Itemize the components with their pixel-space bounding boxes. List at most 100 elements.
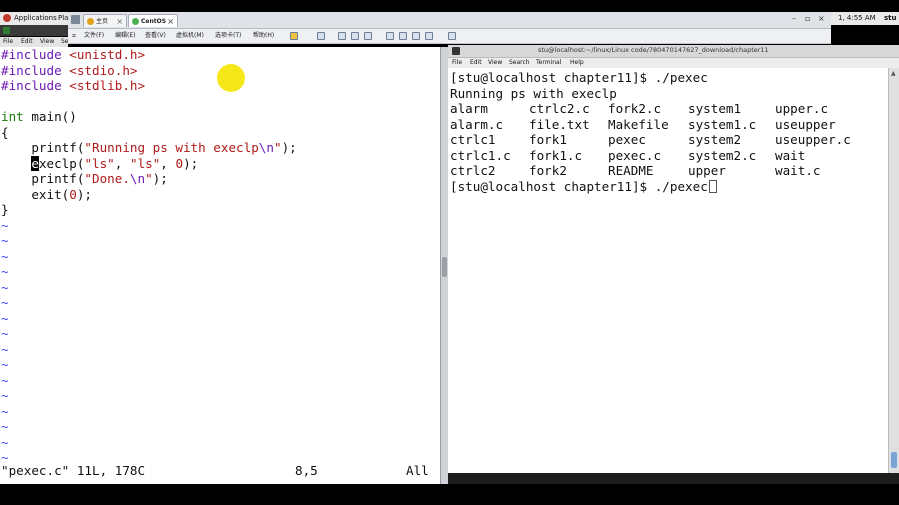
vim-empty-line-marker: ~ <box>1 357 9 372</box>
vm-menu-vm[interactable]: 虚拟机(M) <box>176 29 204 43</box>
terminal-line-prompt: [stu@localhost chapter11]$ ./pexec <box>450 70 708 85</box>
string-literal: "Running ps with execlp <box>84 140 259 155</box>
ls-file-entry: useupper <box>775 116 836 132</box>
sidebar-icon[interactable] <box>386 32 394 40</box>
vm-menu-view[interactable]: 查看(V) <box>145 29 166 43</box>
gnome-foot-icon <box>3 14 11 22</box>
number-literal: 0 <box>175 155 184 171</box>
vm-library-icon[interactable] <box>71 15 80 24</box>
code-line-8: execlp("ls", "ls", 0); <box>1 155 198 172</box>
scroll-up-icon[interactable]: ▲ <box>891 70 896 77</box>
scrollbar-thumb[interactable] <box>442 257 447 277</box>
terminal-titlebar: stu@localhost:~/linux/Linux code/7804701… <box>448 45 899 58</box>
vm-menu-file[interactable]: 文件(F) <box>84 29 104 43</box>
code-line-9: printf("Done.\n"); <box>1 171 168 187</box>
call-suffix: ); <box>152 171 168 186</box>
vim-editor[interactable]: #include <unistd.h> #include <stdio.h> #… <box>0 47 440 484</box>
terminal-menu-terminal[interactable]: Terminal <box>536 58 561 68</box>
ls-file-entry: upper <box>688 163 726 178</box>
tab-home-label: 主页 <box>96 18 109 25</box>
tab-home[interactable]: 主页 × <box>83 14 127 27</box>
string-literal: "ls" <box>129 155 161 171</box>
code-line-1: #include <unistd.h> <box>1 47 145 63</box>
vim-empty-line-marker: ~ <box>1 310 9 326</box>
maximize-icon[interactable]: ▫ <box>805 14 810 23</box>
function-name: xeclp( <box>38 155 85 171</box>
ls-file-entry: ctrlc1.c <box>450 147 511 163</box>
terminal-menu-file[interactable]: File <box>452 58 462 68</box>
code-line-11: } <box>1 202 9 217</box>
include-header: <stdlib.h> <box>69 78 146 93</box>
ls-file-entry: fork1 <box>529 132 567 147</box>
vim-empty-line-marker: ~ <box>1 388 9 403</box>
vim-status-line: "pexec.c" 11L, 178C 8,5 All <box>1 463 429 479</box>
vm-icon <box>132 18 139 25</box>
status-file-info: "pexec.c" 11L, 178C <box>1 463 146 478</box>
close-icon[interactable]: × <box>116 15 123 28</box>
terminal-screen[interactable]: [stu@localhost chapter11]$ ./pexec Runni… <box>448 68 888 473</box>
ls-file-entry: ctrlc2.c <box>529 101 590 116</box>
power-icon[interactable] <box>290 32 298 40</box>
user-menu[interactable]: stu <box>884 13 897 24</box>
manage-snapshot-icon[interactable] <box>351 32 359 40</box>
ls-file-entry: alarm <box>450 101 488 116</box>
vim-empty-line-marker: ~ <box>1 434 9 450</box>
ls-file-entry: fork2 <box>529 163 567 178</box>
minimize-icon[interactable]: – <box>792 14 796 23</box>
string-literal: "ls" <box>84 155 115 171</box>
string-close: " <box>145 171 153 186</box>
gvim-app-icon <box>3 27 10 34</box>
snapshot-icon[interactable] <box>317 32 325 40</box>
terminal-line-output: Running ps with execlp <box>450 85 617 101</box>
preproc-keyword: #include <box>1 78 70 93</box>
revert-snapshot-icon[interactable] <box>338 32 346 40</box>
fullscreen-icon[interactable] <box>412 32 420 40</box>
close-window-icon[interactable]: × <box>818 14 825 23</box>
terminal-menu-view[interactable]: View <box>488 58 502 68</box>
vim-empty-line-marker: ~ <box>1 295 9 310</box>
terminal-menu-search[interactable]: Search <box>509 58 530 68</box>
applications-menu[interactable]: Applications <box>14 13 57 24</box>
terminal-menu-help[interactable]: Help <box>570 58 584 68</box>
gvim-menu-file[interactable]: File <box>3 37 13 47</box>
ls-file-entry: useupper.c <box>775 132 851 147</box>
snapshot-manager-icon[interactable] <box>364 32 372 40</box>
vm-status-strip <box>448 473 899 484</box>
ls-file-entry: fork1.c <box>529 147 583 163</box>
vim-empty-line-marker: ~ <box>1 248 9 264</box>
gvim-menu-edit[interactable]: Edit <box>21 37 33 47</box>
terminal-menubar: File Edit View Search Terminal Help <box>448 58 899 68</box>
ls-file-entry: system2.c <box>688 147 757 163</box>
vm-toolbar: ⌗ 文件(F) 编辑(E) 查看(V) 虚拟机(M) 选项卡(T) 帮助(H) <box>68 29 831 44</box>
gvim-menubar: File Edit View Se <box>0 37 69 47</box>
vm-menu-edit[interactable]: 编辑(E) <box>115 29 135 43</box>
places-menu[interactable]: Pla <box>58 13 68 24</box>
comma: , <box>160 155 176 171</box>
scrollbar-thumb[interactable] <box>891 452 897 468</box>
tab-centos[interactable]: CentOS × <box>128 14 178 27</box>
call-suffix: ); <box>281 140 297 155</box>
vm-menu-tabs[interactable]: 选项卡(T) <box>215 29 241 43</box>
terminal-scrollbar[interactable]: ▲ <box>888 68 899 473</box>
terminal-menu-edit[interactable]: Edit <box>470 58 482 68</box>
include-header: <unistd.h> <box>69 47 146 62</box>
thumbnail-icon[interactable] <box>399 32 407 40</box>
vim-scrollbar[interactable] <box>440 47 448 484</box>
vm-menu-help[interactable]: 帮助(H) <box>253 29 274 43</box>
unity-icon[interactable] <box>425 32 433 40</box>
gvim-menu-view[interactable]: View <box>40 37 54 47</box>
type-keyword: int <box>1 109 24 124</box>
string-literal: "Done. <box>84 171 130 186</box>
vim-empty-line-marker: ~ <box>1 279 9 295</box>
ls-file-entry: README <box>608 163 654 178</box>
terminal-line-prompt2: [stu@localhost chapter11]$ ./pexec <box>450 179 717 195</box>
close-icon[interactable]: × <box>167 15 174 28</box>
console-view-icon[interactable] <box>448 32 456 40</box>
ls-file-entry: ctrlc1 <box>450 132 496 147</box>
vim-empty-line-marker: ~ <box>1 326 9 341</box>
vm-menu-icon[interactable]: ⌗ <box>72 32 76 41</box>
clock[interactable]: 1, 4:55 AM <box>838 13 876 24</box>
terminal-app-icon <box>452 47 460 55</box>
home-icon <box>87 18 94 25</box>
comma: , <box>114 155 130 171</box>
